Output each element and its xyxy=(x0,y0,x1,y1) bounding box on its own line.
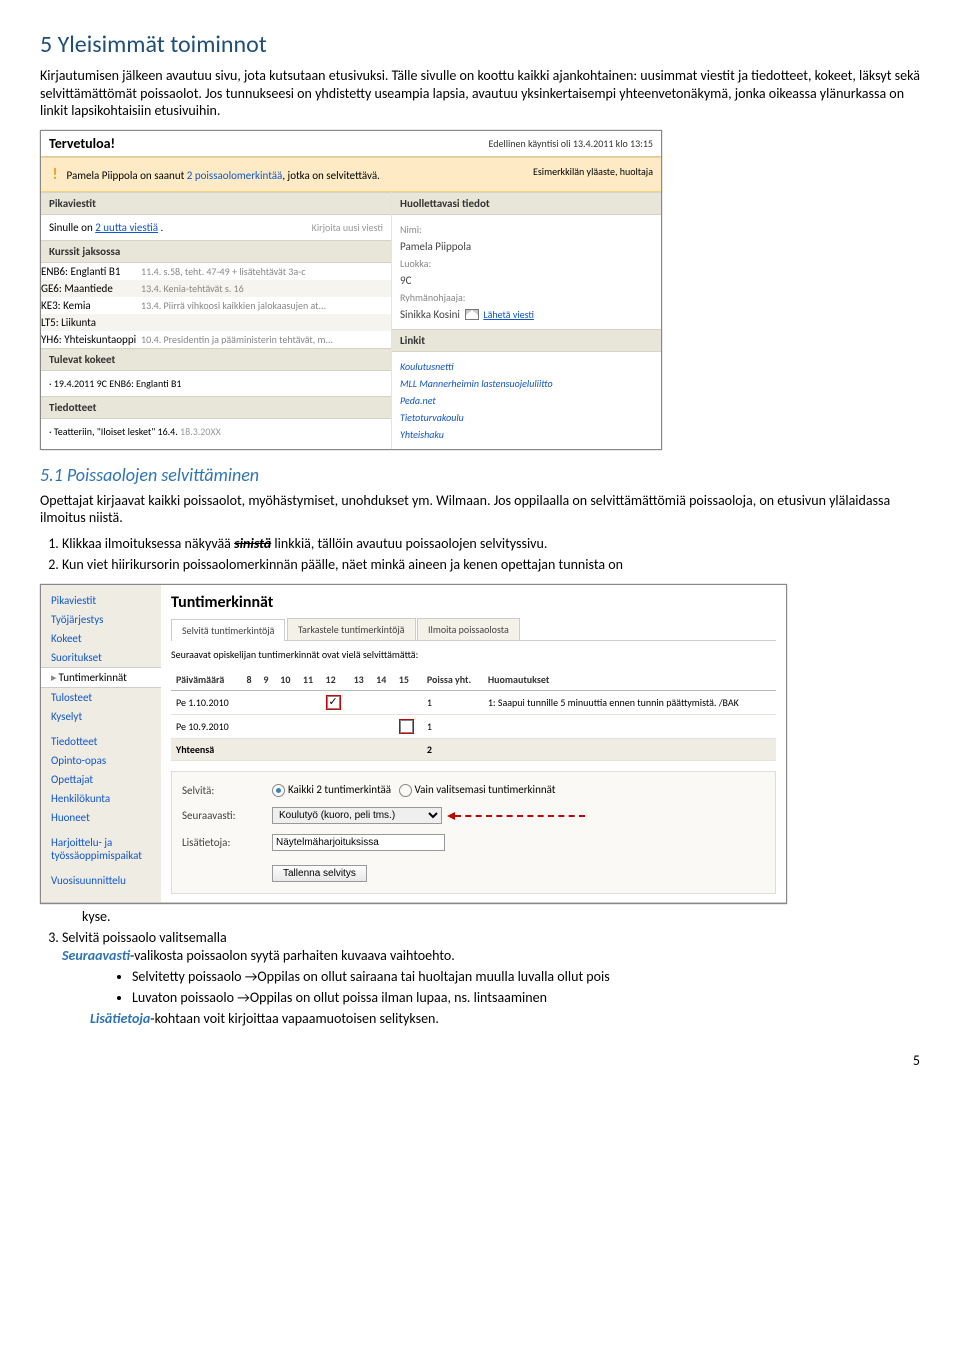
pupil-class: 9C xyxy=(400,272,653,289)
screenshot-tuntimerkinnat: Pikaviestit Työjärjestys Kokeet Suorituk… xyxy=(40,584,787,904)
sidebar-item[interactable]: Opinto-opas xyxy=(41,751,161,770)
sidebar-item[interactable]: Vuosisuunnittelu xyxy=(41,871,161,890)
course-row: YH6: Yhteiskuntaoppi10.4. Presidentin ja… xyxy=(41,331,391,348)
sidebar-item[interactable]: Opettajat xyxy=(41,770,161,789)
bullet-item: Luvaton poissaolo →Oppilas on ollut pois… xyxy=(132,989,920,1007)
sidebar-item[interactable]: Suoritukset xyxy=(41,648,161,667)
tab[interactable]: Tarkastele tuntimerkintöjä xyxy=(287,618,416,640)
bullet-item: Selvitetty poissaolo →Oppilas on ollut s… xyxy=(132,968,920,986)
intro-paragraph: Kirjautumisen jälkeen avautuu sivu, jota… xyxy=(40,67,920,120)
warning-icon: ! xyxy=(49,165,61,184)
tiedotteet-header: Tiedotteet xyxy=(41,396,391,419)
course-row: ENB6: Englanti B111.4. s.58, teht. 47-49… xyxy=(41,263,391,280)
write-message-link[interactable]: Kirjoita uusi viesti xyxy=(312,221,383,234)
sidebar-item[interactable]: Tulosteet xyxy=(41,688,161,707)
role-text: Esimerkkilän yläaste, huoltaja xyxy=(533,165,653,184)
tab-active[interactable]: Selvitä tuntimerkintöjä xyxy=(171,619,285,641)
radio-selected[interactable] xyxy=(399,784,412,797)
sidebar-item[interactable]: Tiedotteet xyxy=(41,732,161,751)
pupil-name: Pamela Piippola xyxy=(400,238,653,255)
alert-bar: ! Pamela Piippola on saanut 2 poissaolom… xyxy=(41,157,661,192)
linkit-header: Linkit xyxy=(392,329,661,352)
tab[interactable]: Ilmoita poissaolosta xyxy=(417,618,520,640)
external-link[interactable]: Peda.net xyxy=(400,392,653,409)
course-row: KE3: Kemia13.4. Piirrä vihkoosi kaikkien… xyxy=(41,297,391,314)
lead-text: Seuraavat opiskelijan tuntimerkinnät ova… xyxy=(171,649,776,662)
section-heading: 5 Yleisimmät toiminnot xyxy=(40,30,920,59)
page-number: 5 xyxy=(40,1052,920,1069)
exam-row: · 19.4.2011 9C ENB6: Englanti B1 xyxy=(41,371,391,396)
subsection-heading: 5.1 Poissaolojen selvittäminen xyxy=(40,464,920,486)
table-row-sum: Yhteensä 2 xyxy=(171,739,776,761)
absence-link[interactable]: 2 poissaolomerkintää xyxy=(187,169,283,182)
envelope-icon[interactable] xyxy=(465,309,479,320)
steps-list: Klikkaa ilmoituksessa näkyvää sinistä li… xyxy=(62,535,920,574)
para-absences: Opettajat kirjaavat kaikki poissaolot, m… xyxy=(40,492,920,527)
absence-cell[interactable] xyxy=(326,695,341,710)
dashed-arrow xyxy=(455,815,585,817)
extra-info-input[interactable] xyxy=(272,834,445,851)
tulevat-header: Tulevat kokeet xyxy=(41,348,391,371)
external-link[interactable]: Yhteishaku xyxy=(400,426,653,443)
pikaviestit-header: Pikaviestit xyxy=(41,192,391,215)
radio-all[interactable] xyxy=(272,784,285,797)
last-visit: Edellinen käyntisi oli 13.4.2011 klo 13:… xyxy=(488,137,653,150)
course-row: LT5: Liikunta xyxy=(41,314,391,331)
group-supervisor: Sinikka Kosini xyxy=(400,308,460,321)
absence-table: Päivämäärä 89101112131415 Poissa yht. Hu… xyxy=(171,669,776,761)
side-nav: Pikaviestit Työjärjestys Kokeet Suorituk… xyxy=(41,585,161,902)
list-item: Selvitä poissaolo valitsemalla Seuraavas… xyxy=(62,929,920,1028)
checkbox-icon[interactable] xyxy=(400,720,413,733)
steps-list-continued: Selvitä poissaolo valitsemalla Seuraavas… xyxy=(62,929,920,1028)
sidebar-item[interactable]: Huoneet xyxy=(41,808,161,827)
checkbox-icon[interactable] xyxy=(327,696,340,709)
arrow-icon xyxy=(447,812,455,820)
external-link[interactable]: MLL Mannerheimin lastensuojeluliitto xyxy=(400,375,653,392)
save-button[interactable]: Tallenna selvitys xyxy=(272,865,367,882)
table-row: Pe 10.9.2010 1 xyxy=(171,715,776,739)
list-item: Klikkaa ilmoituksessa näkyvää sinistä li… xyxy=(62,535,920,553)
screenshot-tervetuloa: Tervetuloa! Edellinen käyntisi oli 13.4.… xyxy=(40,130,662,450)
huollettava-header: Huollettavasi tiedot xyxy=(392,192,661,215)
sidebar-item-selected[interactable]: ▸Tuntimerkinnät xyxy=(41,667,161,688)
continued-line: kyse. xyxy=(82,908,920,925)
absence-cell[interactable] xyxy=(399,719,414,734)
sidebar-item[interactable]: Kokeet xyxy=(41,629,161,648)
list-item: Kun viet hiirikursorin poissaolomerkinnä… xyxy=(62,556,920,574)
new-messages-link[interactable]: 2 uutta viestiä xyxy=(95,221,158,234)
sidebar-item[interactable]: Henkilökunta xyxy=(41,789,161,808)
external-link[interactable]: Tietoturvakoulu xyxy=(400,409,653,426)
reason-select[interactable]: Koulutyö (kuoro, peli tms.) xyxy=(272,807,442,824)
tabs: Selvitä tuntimerkintöjä Tarkastele tunti… xyxy=(171,618,776,641)
external-link[interactable]: Koulutusnetti xyxy=(400,358,653,375)
send-message-link[interactable]: Lähetä viesti xyxy=(483,308,534,321)
sidebar-item[interactable]: Pikaviestit xyxy=(41,591,161,610)
welcome-title: Tervetuloa! xyxy=(49,135,115,152)
table-row: Pe 1.10.2010 1 1: Saapui tunnille 5 minu… xyxy=(171,691,776,715)
course-row: GE6: Maantiede13.4. Kenia-tehtävät s. 16 xyxy=(41,280,391,297)
bulletin-row: · Teatteriin, "Iloiset lesket" 16.4. 18.… xyxy=(41,419,391,444)
sidebar-item[interactable]: Kyselyt xyxy=(41,707,161,726)
panel-title: Tuntimerkinnät xyxy=(171,593,776,612)
sidebar-item[interactable]: Työjärjestys xyxy=(41,610,161,629)
sidebar-item[interactable]: Harjoittelu- ja työssäoppimispaikat xyxy=(41,833,161,865)
kurssit-header: Kurssit jaksossa xyxy=(41,240,391,263)
